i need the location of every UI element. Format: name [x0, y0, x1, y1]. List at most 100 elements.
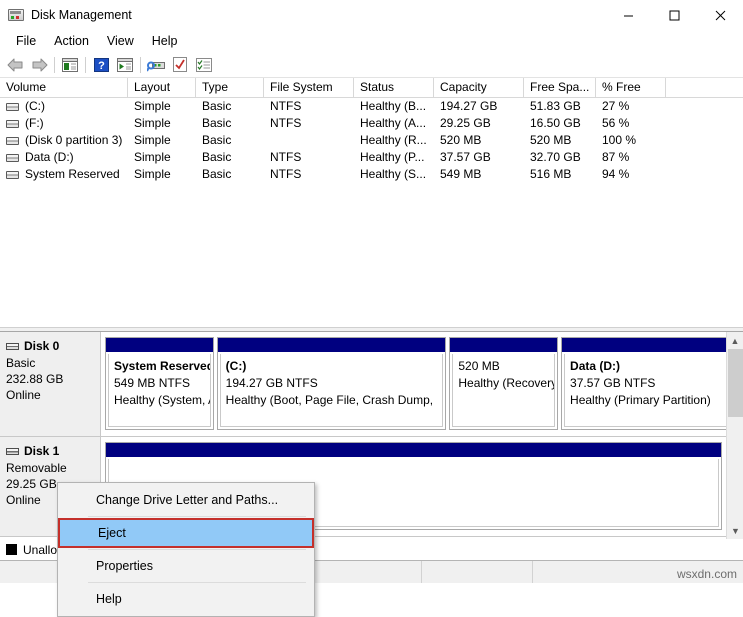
cell-status: Healthy (S... — [354, 166, 434, 183]
unallocated-swatch — [6, 544, 17, 555]
show-hide-action-pane-icon[interactable] — [113, 54, 137, 76]
menu-file[interactable]: File — [7, 32, 45, 50]
cell-percent-free: 100 % — [596, 132, 666, 149]
scroll-down-arrow-icon[interactable]: ▼ — [727, 522, 743, 539]
column-header-status[interactable]: Status — [354, 78, 434, 97]
table-row[interactable]: (Disk 0 partition 3) Simple Basic Health… — [0, 132, 743, 149]
cell-type: Basic — [196, 149, 264, 166]
column-header-type[interactable]: Type — [196, 78, 264, 97]
table-row[interactable]: (C:) Simple Basic NTFS Healthy (B... 194… — [0, 98, 743, 115]
partition-data-d-drive[interactable]: Data (D:) 37.57 GB NTFS Healthy (Primary… — [561, 337, 735, 430]
cell-volume-label: System Reserved — [25, 166, 120, 183]
cell-volume-label: Data (D:) — [25, 149, 74, 166]
menu-help[interactable]: Help — [143, 32, 187, 50]
volume-icon — [6, 171, 19, 179]
graphical-view-scrollbar[interactable]: ▲ ▼ — [726, 332, 743, 539]
partition-capacity-bar — [106, 338, 213, 353]
cell-free-space: 51.83 GB — [524, 98, 596, 115]
cell-type: Basic — [196, 166, 264, 183]
minimize-icon[interactable] — [605, 0, 651, 30]
show-hide-console-tree-icon[interactable] — [58, 54, 82, 76]
context-menu-separator — [88, 516, 306, 517]
volume-list-body: (C:) Simple Basic NTFS Healthy (B... 194… — [0, 98, 743, 183]
partition-name: System Reserved — [114, 358, 205, 375]
cell-layout: Simple — [128, 132, 196, 149]
cell-type: Basic — [196, 115, 264, 132]
column-header-percent-free[interactable]: % Free — [596, 78, 666, 97]
disk-icon — [6, 343, 19, 350]
scrollbar-thumb[interactable] — [728, 349, 743, 417]
list-view-icon[interactable] — [192, 54, 216, 76]
cell-layout: Simple — [128, 98, 196, 115]
properties-icon[interactable] — [168, 54, 192, 76]
cell-layout: Simple — [128, 115, 196, 132]
volume-icon — [6, 103, 19, 111]
column-header-volume[interactable]: Volume — [0, 78, 128, 97]
cell-status: Healthy (P... — [354, 149, 434, 166]
toolbar: ? — [0, 52, 743, 78]
disk-info-disk-0[interactable]: Disk 0 Basic 232.88 GB Online — [0, 332, 101, 436]
scroll-up-arrow-icon[interactable]: ▲ — [727, 332, 743, 349]
cell-percent-free: 87 % — [596, 149, 666, 166]
cell-volume: System Reserved — [0, 166, 128, 183]
cell-free-space: 32.70 GB — [524, 149, 596, 166]
partition-c-drive[interactable]: (C:) 194.27 GB NTFS Healthy (Boot, Page … — [217, 337, 447, 430]
back-arrow-icon[interactable] — [3, 54, 27, 76]
partition-status: Healthy (Boot, Page File, Crash Dump, — [226, 392, 438, 409]
column-header-file-system[interactable]: File System — [264, 78, 354, 97]
partition-details: Data (D:) 37.57 GB NTFS Healthy (Primary… — [564, 354, 732, 427]
cell-layout: Simple — [128, 166, 196, 183]
column-header-capacity[interactable]: Capacity — [434, 78, 524, 97]
cell-volume-label: (F:) — [25, 115, 44, 132]
column-header-layout[interactable]: Layout — [128, 78, 196, 97]
partition-recovery[interactable]: 520 MB Healthy (Recovery — [449, 337, 558, 430]
volume-list-view: Volume Layout Type File System Status Ca… — [0, 78, 743, 327]
menu-bar: File Action View Help — [0, 30, 743, 52]
menu-action[interactable]: Action — [45, 32, 98, 50]
cell-percent-free: 56 % — [596, 115, 666, 132]
disk-row-disk-0[interactable]: Disk 0 Basic 232.88 GB Online System Res… — [0, 332, 743, 437]
table-row[interactable]: (F:) Simple Basic NTFS Healthy (A... 29.… — [0, 115, 743, 132]
cell-capacity: 29.25 GB — [434, 115, 524, 132]
cell-volume-label: (C:) — [25, 98, 45, 115]
toolbar-separator — [140, 57, 141, 73]
cell-capacity: 37.57 GB — [434, 149, 524, 166]
cell-volume: (Disk 0 partition 3) — [0, 132, 128, 149]
partition-capacity-bar — [218, 338, 446, 353]
partition-size: 37.57 GB NTFS — [570, 375, 726, 392]
disk-1-type: Removable — [6, 460, 100, 476]
context-menu-item-properties[interactable]: Properties — [58, 551, 314, 581]
cell-free-space: 16.50 GB — [524, 115, 596, 132]
rescan-disks-icon[interactable] — [144, 54, 168, 76]
partition-size: 520 MB — [458, 358, 549, 375]
menu-view[interactable]: View — [98, 32, 143, 50]
partition-details: (C:) 194.27 GB NTFS Healthy (Boot, Page … — [220, 354, 444, 427]
cell-percent-free: 27 % — [596, 98, 666, 115]
table-row[interactable]: Data (D:) Simple Basic NTFS Healthy (P..… — [0, 149, 743, 166]
toolbar-separator — [85, 57, 86, 73]
disk-icon — [6, 448, 19, 455]
cell-capacity: 194.27 GB — [434, 98, 524, 115]
cell-layout: Simple — [128, 149, 196, 166]
help-icon[interactable]: ? — [89, 54, 113, 76]
cell-free-space: 520 MB — [524, 132, 596, 149]
maximize-icon[interactable] — [651, 0, 697, 30]
table-row[interactable]: System Reserved Simple Basic NTFS Health… — [0, 166, 743, 183]
forward-arrow-icon[interactable] — [27, 54, 51, 76]
column-header-free-space[interactable]: Free Spa... — [524, 78, 596, 97]
context-menu-item-eject[interactable]: Eject — [58, 518, 314, 548]
partition-name: (C:) — [226, 358, 438, 375]
cell-file-system: NTFS — [264, 115, 354, 132]
context-menu: Change Drive Letter and Paths... Eject P… — [57, 482, 315, 617]
cell-volume: (C:) — [0, 98, 128, 115]
cell-volume: Data (D:) — [0, 149, 128, 166]
svg-text:?: ? — [98, 60, 105, 72]
partition-system-reserved[interactable]: System Reserved 549 MB NTFS Healthy (Sys… — [105, 337, 214, 430]
cell-capacity: 520 MB — [434, 132, 524, 149]
context-menu-item-change-drive-letter[interactable]: Change Drive Letter and Paths... — [58, 485, 314, 515]
disk-0-state: Online — [6, 387, 100, 403]
close-icon[interactable] — [697, 0, 743, 30]
cell-file-system: NTFS — [264, 166, 354, 183]
window-title: Disk Management — [31, 8, 132, 22]
context-menu-item-help[interactable]: Help — [58, 584, 314, 614]
